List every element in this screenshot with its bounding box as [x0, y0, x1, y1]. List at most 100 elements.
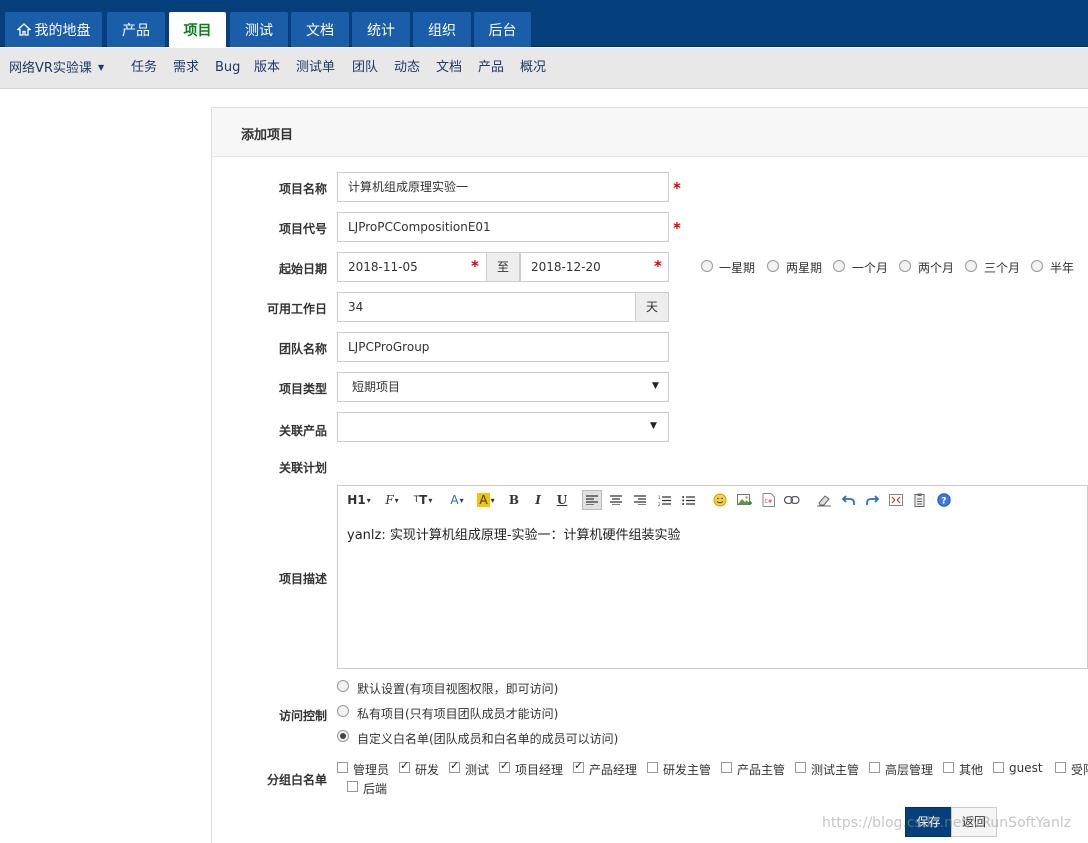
group-label: 产品主管: [737, 763, 786, 777]
align-right-icon[interactable]: [630, 490, 650, 510]
group-checkbox-guest[interactable]: [993, 762, 1004, 773]
linked-product-select[interactable]: [337, 412, 669, 442]
description-label: 项目描述: [278, 572, 327, 586]
font-color-button[interactable]: A ▾: [446, 490, 468, 510]
svg-text:?: ?: [941, 497, 946, 507]
align-center-icon[interactable]: [606, 490, 626, 510]
image-icon[interactable]: [734, 490, 754, 510]
tab-org[interactable]: 组织: [413, 12, 471, 47]
top-navigation: 我的地盘 产品 项目 测试 文档 统计 组织 后台: [0, 0, 1088, 47]
end-date-input[interactable]: 2018-12-20: [520, 252, 669, 282]
whitelist-label: 分组白名单: [266, 773, 327, 787]
subnav-item-product[interactable]: 产品: [478, 48, 504, 88]
project-name-input[interactable]: 计算机组成原理实验一: [337, 172, 669, 202]
fullscreen-icon[interactable]: [886, 490, 906, 510]
help-icon[interactable]: ?: [934, 490, 954, 510]
group-checkbox-pm[interactable]: [499, 759, 510, 773]
link-icon[interactable]: [782, 490, 802, 510]
redo-icon[interactable]: [862, 490, 882, 510]
workdays-input[interactable]: 34: [337, 292, 636, 322]
group-label: 受限: [1071, 763, 1088, 777]
subnav-item-doc[interactable]: 文档: [436, 48, 462, 88]
group-checkbox-dev[interactable]: [399, 759, 410, 773]
home-icon: [16, 23, 31, 36]
date-label: 起始日期: [278, 262, 327, 276]
subnav-item-overview[interactable]: 概况: [520, 48, 546, 88]
acl-radio-custom[interactable]: [337, 730, 349, 742]
subnav-item-task[interactable]: 任务: [131, 48, 157, 88]
editor-toolbar: H1 ▾ F ▾ T T ▾ A ▾ A ▾ B I U 12 C# ?: [337, 485, 1088, 513]
tab-label: 组织: [428, 22, 456, 39]
italic-button[interactable]: I: [529, 490, 547, 510]
project-type-select[interactable]: 短期项目: [337, 372, 669, 402]
acl-radio-default[interactable]: [337, 680, 349, 692]
undo-icon[interactable]: [838, 490, 858, 510]
duration-radio-three-months[interactable]: [965, 260, 977, 272]
subnav-item-story[interactable]: 需求: [173, 48, 199, 88]
description-text[interactable]: yanlz: 实现计算机组成原理-实验一：计算机硬件组装实验: [347, 524, 681, 543]
bold-button[interactable]: B: [505, 490, 523, 510]
start-date-input[interactable]: 2018-11-05: [337, 252, 487, 282]
duration-radio-two-months[interactable]: [899, 260, 911, 272]
team-name-label: 团队名称: [278, 342, 327, 356]
bg-color-label: A: [477, 493, 490, 507]
underline-button[interactable]: U: [553, 490, 571, 510]
italic-label: I: [535, 493, 541, 507]
group-checkbox-others[interactable]: [943, 762, 954, 773]
bg-color-button[interactable]: A ▾: [474, 490, 498, 510]
subnav-item-build[interactable]: 版本: [254, 48, 280, 88]
font-size-button[interactable]: T T ▾: [410, 490, 436, 510]
subnav-item-bug[interactable]: Bug: [215, 48, 240, 88]
tab-project[interactable]: 项目: [169, 12, 226, 47]
acl-radio-private[interactable]: [337, 705, 349, 717]
group-label: 其他: [959, 763, 984, 777]
caret-down-icon: ▼: [97, 63, 105, 72]
tab-label: 我的地盘: [34, 22, 91, 39]
align-left-icon[interactable]: [582, 490, 602, 510]
duration-radio-half-year[interactable]: [1031, 260, 1043, 272]
group-checkbox-backend[interactable]: [347, 781, 358, 792]
group-checkbox-top[interactable]: [869, 762, 880, 773]
code-icon[interactable]: C#: [758, 490, 778, 510]
group-checkbox-td[interactable]: [647, 762, 658, 773]
group-checkbox-pd[interactable]: [721, 762, 732, 773]
access-control-label: 访问控制: [278, 709, 327, 723]
project-code-label: 项目代号: [278, 222, 327, 236]
project-type-value: 短期项目: [352, 380, 401, 394]
duration-label: 两星期: [786, 261, 823, 275]
project-switcher[interactable]: 网络VR实验课 ▼: [9, 48, 104, 88]
eraser-icon[interactable]: [814, 490, 834, 510]
group-checkbox-admin[interactable]: [337, 762, 348, 773]
bold-label: B: [508, 493, 520, 507]
subnav-item-dynamic[interactable]: 动态: [394, 48, 420, 88]
team-name-input[interactable]: LJPCProGroup: [337, 332, 669, 362]
subnav-item-testtask[interactable]: 测试单: [296, 48, 335, 88]
font-family-button[interactable]: F ▾: [380, 490, 404, 510]
description-editor[interactable]: yanlz: 实现计算机组成原理-实验一：计算机硬件组装实验: [337, 512, 1088, 669]
tab-product[interactable]: 产品: [107, 12, 165, 47]
duration-radio-two-weeks[interactable]: [767, 260, 779, 272]
heading-button[interactable]: H1 ▾: [345, 490, 373, 510]
page-title: 添加项目: [241, 128, 294, 143]
subnav-item-team[interactable]: 团队: [352, 48, 378, 88]
tab-label: 文档: [306, 22, 334, 39]
tab-test[interactable]: 测试: [230, 12, 288, 47]
group-checkbox-limited[interactable]: [1055, 762, 1066, 773]
tab-doc[interactable]: 文档: [291, 12, 349, 47]
tab-stats[interactable]: 统计: [352, 12, 410, 47]
tab-admin[interactable]: 后台: [474, 12, 531, 47]
font-family-label: F: [385, 493, 394, 507]
emoticon-icon[interactable]: [710, 490, 730, 510]
group-checkbox-qd[interactable]: [795, 762, 806, 773]
tab-my-dashboard[interactable]: 我的地盘: [5, 12, 102, 47]
group-checkbox-qa[interactable]: [449, 759, 460, 773]
required-mark: *: [673, 179, 681, 197]
chevron-down-icon: ▼: [652, 381, 659, 391]
duration-radio-month[interactable]: [833, 260, 845, 272]
project-code-input[interactable]: LJProPCCompositionE01: [337, 212, 669, 242]
unordered-list-icon[interactable]: [678, 490, 698, 510]
group-checkbox-po[interactable]: [573, 759, 584, 773]
ordered-list-icon[interactable]: 12: [654, 490, 674, 510]
duration-radio-week[interactable]: [701, 260, 713, 272]
paste-icon[interactable]: [910, 490, 930, 510]
